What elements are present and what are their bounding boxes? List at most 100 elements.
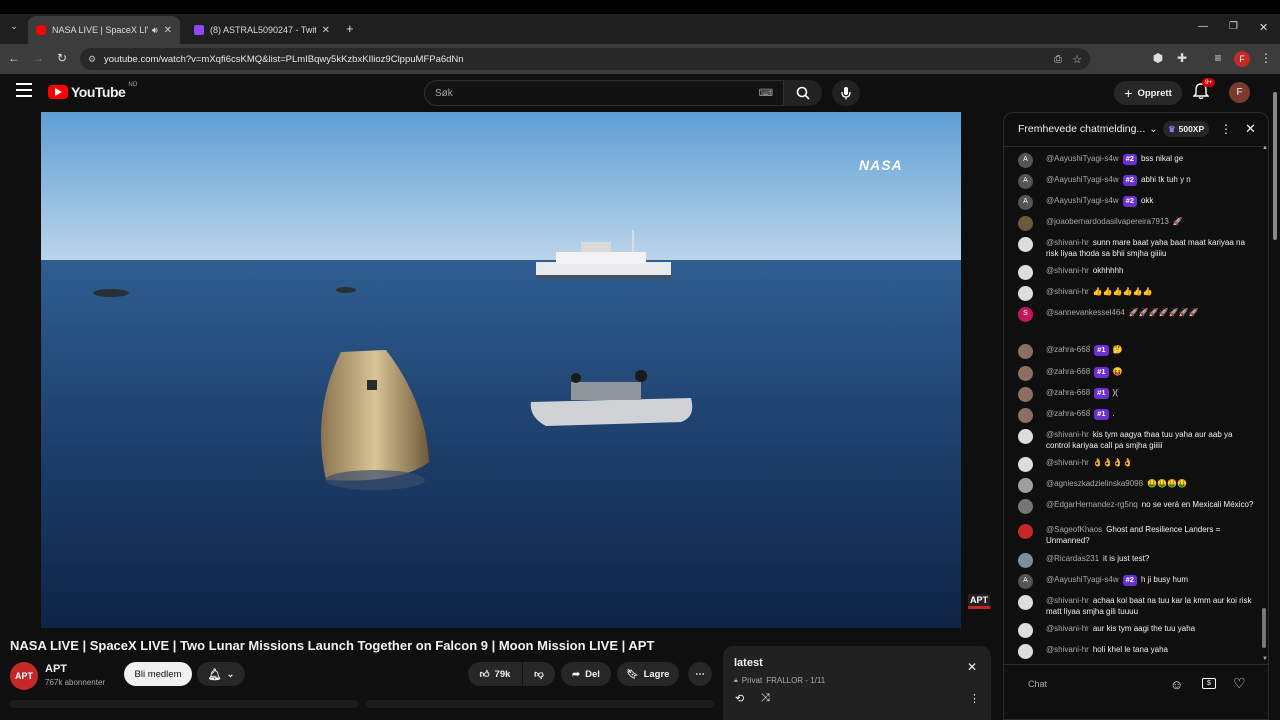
chat-author-avatar[interactable] (1018, 478, 1033, 493)
chat-input[interactable]: Chat (1018, 673, 1178, 695)
chat-author-avatar[interactable] (1018, 524, 1033, 539)
speaker-icon[interactable]: 🔊︎ (152, 25, 158, 36)
close-tab-icon[interactable]: ✕ (164, 25, 172, 36)
chat-author-name[interactable]: @shivani-hr (1046, 430, 1089, 439)
chat-author-name[interactable]: @Ricardas231 (1046, 554, 1099, 563)
chat-menu-icon[interactable]: ⋮ (1220, 122, 1232, 136)
chat-author-avatar[interactable] (1018, 366, 1033, 381)
chat-author-avatar[interactable] (1018, 344, 1033, 359)
create-button[interactable]: + Opprett (1114, 81, 1182, 105)
tab-youtube[interactable]: NASA LIVE | SpaceX LIVE | T 🔊︎ ✕ (28, 16, 180, 44)
chat-author-name[interactable]: @AayushiTyagi-s4w (1046, 575, 1119, 584)
chat-author-avatar[interactable] (1018, 265, 1033, 280)
chat-author-name[interactable]: @joaobernardodasilvapereira7913 (1046, 217, 1169, 226)
chat-author-avatar[interactable]: A (1018, 174, 1033, 189)
browser-profile-avatar[interactable]: F (1234, 51, 1250, 67)
voice-search-button[interactable] (832, 80, 860, 106)
chat-author-name[interactable]: @shivani-hr (1046, 624, 1089, 633)
join-button[interactable]: Bli medlem (124, 662, 192, 686)
minimize-icon[interactable]: — (1198, 21, 1208, 32)
save-button[interactable]: 🔖︎ Lagre (617, 662, 679, 686)
chat-author-avatar[interactable] (1018, 644, 1033, 659)
chat-author-name[interactable]: @zahra-668 (1046, 367, 1090, 376)
xp-badge[interactable]: ♛ 500XP (1163, 121, 1210, 137)
close-window-icon[interactable]: ✕ (1259, 21, 1268, 34)
new-tab-icon[interactable]: + (346, 21, 354, 36)
close-tab-icon[interactable]: ✕ (322, 25, 330, 36)
chat-author-avatar[interactable] (1018, 499, 1033, 514)
chat-author-avatar[interactable] (1018, 457, 1033, 472)
loop-icon[interactable]: ⟲ (735, 692, 744, 705)
chat-author-avatar[interactable] (1018, 408, 1033, 423)
chat-author-name[interactable]: @sannevankessel464 (1046, 308, 1125, 317)
chat-scrollbar-thumb[interactable] (1262, 608, 1266, 648)
close-chat-icon[interactable]: ✕ (1245, 121, 1256, 137)
chat-author-name[interactable]: @shivani-hr (1046, 238, 1089, 247)
chat-author-name[interactable]: @zahra-668 (1046, 345, 1090, 354)
super-chat-icon[interactable]: $ (1202, 678, 1216, 689)
like-button[interactable]: 👍︎ 79k (468, 662, 522, 686)
chat-author-avatar[interactable] (1018, 429, 1033, 444)
back-icon[interactable]: ← (6, 51, 22, 65)
chat-author-avatar[interactable] (1018, 623, 1033, 638)
chat-author-avatar[interactable] (1018, 237, 1033, 252)
tab-twitch[interactable]: (8) ASTRAL5090247 - Twitch ✕ (186, 16, 338, 44)
keyboard-icon[interactable]: ⌨ (759, 88, 773, 99)
more-actions-button[interactable]: ⋯ (688, 662, 712, 686)
chat-author-avatar[interactable]: A (1018, 574, 1033, 589)
subscribe-bell-button[interactable]: 🔔︎ ⌄ (197, 662, 245, 686)
media-controls-icon[interactable]: ≡ (1210, 51, 1226, 65)
video-player[interactable]: NASA (41, 112, 961, 628)
chat-author-name[interactable]: @shivani-hr (1046, 287, 1089, 296)
channel-avatar[interactable]: APT (10, 662, 38, 690)
chat-author-avatar[interactable]: A (1018, 195, 1033, 210)
chat-author-name[interactable]: @shivani-hr (1046, 596, 1089, 605)
chat-author-name[interactable]: @zahra-668 (1046, 388, 1090, 397)
page-scrollbar-thumb[interactable] (1273, 92, 1277, 240)
chat-author-name[interactable]: @SageofKhaos (1046, 525, 1102, 534)
playlist-menu-icon[interactable]: ⋮ (969, 692, 980, 705)
address-bar[interactable]: ⚙ youtube.com/watch?v=mXqfi6csKMQ&list=P… (80, 48, 1090, 70)
close-playlist-icon[interactable]: ✕ (967, 660, 977, 674)
chat-author-name[interactable]: @AayushiTyagi-s4w (1046, 196, 1119, 205)
chat-mode-dropdown[interactable]: Fremhevede chatmelding... ⌄ (1018, 123, 1158, 135)
youtube-logo[interactable]: YouTube NO (48, 82, 137, 100)
forward-icon[interactable]: → (30, 51, 46, 65)
chat-author-name[interactable]: @shivani-hr (1046, 266, 1089, 275)
chat-author-name[interactable]: @EdgarHernandez-rg5nq (1046, 500, 1138, 509)
chat-author-avatar[interactable] (1018, 286, 1033, 301)
playlist-title[interactable]: latest (734, 657, 763, 669)
user-avatar[interactable]: F (1229, 82, 1250, 103)
emoji-icon[interactable]: ☺ (1170, 677, 1183, 692)
install-app-icon[interactable]: ⎙ (1054, 54, 1062, 65)
search-input[interactable]: Søk ⌨ (424, 80, 784, 106)
chat-author-avatar[interactable]: A (1018, 153, 1033, 168)
channel-name[interactable]: APT (45, 663, 67, 675)
chat-author-avatar[interactable] (1018, 387, 1033, 402)
chat-author-name[interactable]: @AayushiTyagi-s4w (1046, 175, 1119, 184)
reload-icon[interactable]: ↻ (54, 51, 70, 65)
restore-icon[interactable]: ❐ (1229, 21, 1238, 32)
chat-author-name[interactable]: @shivani-hr (1046, 458, 1089, 467)
dislike-button[interactable]: 👎︎ (523, 662, 555, 686)
extensions-puzzle-icon[interactable]: ✚ (1174, 51, 1190, 65)
chat-author-name[interactable]: @shivani-hr (1046, 645, 1089, 654)
chat-author-name[interactable]: @zahra-668 (1046, 409, 1090, 418)
browser-menu-icon[interactable]: ⋮ (1258, 51, 1274, 65)
heart-icon[interactable]: ♡ (1233, 675, 1246, 692)
scroll-up-icon[interactable]: ▲ (1262, 145, 1268, 151)
chat-author-avatar[interactable] (1018, 595, 1033, 610)
shuffle-icon[interactable]: ⤨ (761, 692, 770, 705)
chat-author-name[interactable]: @AayushiTyagi-s4w (1046, 154, 1119, 163)
extension-icon[interactable]: ⬢ (1150, 51, 1166, 65)
hamburger-menu-icon[interactable] (16, 83, 32, 97)
scroll-down-icon[interactable]: ▼ (1262, 656, 1268, 662)
chat-author-avatar[interactable] (1018, 216, 1033, 231)
site-info-icon[interactable]: ⚙ (88, 54, 96, 65)
chat-author-avatar[interactable] (1018, 553, 1033, 568)
bookmark-star-icon[interactable]: ☆ (1072, 53, 1082, 66)
chat-author-avatar[interactable]: S (1018, 307, 1033, 322)
search-button[interactable] (784, 80, 822, 106)
tab-search-button[interactable]: ⌄ (6, 21, 22, 37)
notifications-button[interactable]: 9+ (1192, 78, 1216, 101)
